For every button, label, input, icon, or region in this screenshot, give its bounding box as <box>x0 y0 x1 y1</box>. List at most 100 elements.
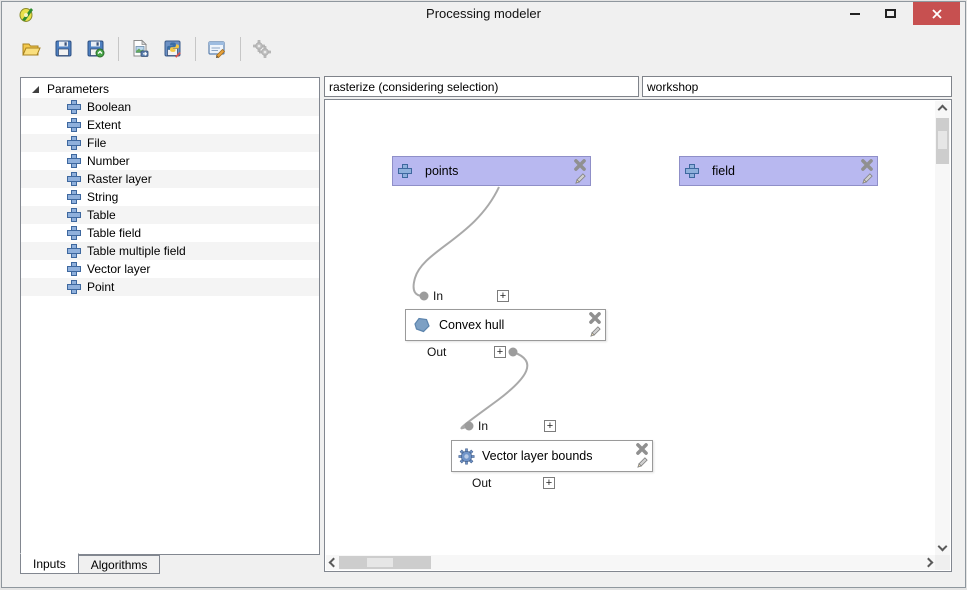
scroll-up-icon[interactable] <box>938 105 948 115</box>
edit-node-icon[interactable] <box>573 172 587 186</box>
inputs-panel: Parameters Boolean Extent File Number Ra… <box>20 77 320 555</box>
tree-item-table-multiple-field[interactable]: Table multiple field <box>21 242 319 260</box>
export-as-python-button[interactable] <box>157 34 187 64</box>
add-parameter-icon <box>68 209 80 221</box>
sidebar-tab-bar: Inputs Algorithms <box>20 554 160 574</box>
bounds-in-expander[interactable]: + <box>544 420 556 432</box>
node-label: Convex hull <box>439 318 504 332</box>
tree-root-parameters[interactable]: Parameters <box>21 80 319 98</box>
tree-item-label: String <box>87 190 118 204</box>
maximize-icon <box>885 9 896 18</box>
node-points[interactable]: points <box>392 156 591 186</box>
save-model-as-icon <box>86 39 105 58</box>
convex-hull-icon <box>412 315 432 335</box>
add-parameter-icon <box>68 137 80 149</box>
tree-item-vector-layer[interactable]: Vector layer <box>21 260 319 278</box>
convexhull-out-expander[interactable]: + <box>494 346 506 358</box>
add-parameter-icon <box>68 263 80 275</box>
model-canvas[interactable]: points field In + Convex hull <box>324 99 952 572</box>
model-name-input[interactable] <box>324 76 639 97</box>
delete-node-icon[interactable] <box>635 442 649 456</box>
edit-node-icon[interactable] <box>860 172 874 186</box>
tree-item-label: Vector layer <box>87 262 150 276</box>
add-parameter-icon <box>68 173 80 185</box>
open-model-icon <box>21 39 41 59</box>
scroll-right-icon[interactable] <box>924 558 934 568</box>
tree-item-point[interactable]: Point <box>21 278 319 296</box>
toolbar-separator <box>240 37 241 61</box>
expander-plus: + <box>500 290 506 302</box>
tab-label: Algorithms <box>91 558 148 572</box>
export-as-image-icon <box>131 39 150 58</box>
edit-model-help-button[interactable] <box>202 34 232 64</box>
delete-node-icon[interactable] <box>860 158 874 172</box>
save-model-icon <box>54 39 73 58</box>
maximize-button[interactable] <box>875 2 905 25</box>
out-label: Out <box>427 345 446 359</box>
vertical-scroll-thumb[interactable] <box>936 118 949 164</box>
toolbar-separator <box>195 37 196 61</box>
tree-item-string[interactable]: String <box>21 188 319 206</box>
node-convex-hull[interactable]: Convex hull <box>405 309 606 341</box>
tree-root-label: Parameters <box>47 82 109 96</box>
tree-item-label: Table multiple field <box>87 244 186 258</box>
canvas-vertical-scrollbar[interactable] <box>935 101 950 555</box>
wire-points-to-convexhull <box>414 187 499 296</box>
open-model-button[interactable] <box>16 34 46 64</box>
tree-item-label: Boolean <box>87 100 131 114</box>
toolbar <box>2 25 965 72</box>
expander-plus: + <box>547 420 553 432</box>
scroll-down-icon[interactable] <box>938 542 948 552</box>
node-field[interactable]: field <box>679 156 878 186</box>
tree-expanded-caret-icon <box>32 86 39 93</box>
tree-item-label: Number <box>87 154 130 168</box>
add-parameter-icon <box>68 227 80 239</box>
algorithm-gear-icon <box>458 448 475 465</box>
window-title: Processing modeler <box>2 6 965 21</box>
expander-plus: + <box>546 477 552 489</box>
save-model-button[interactable] <box>48 34 78 64</box>
horizontal-scroll-thumb[interactable] <box>339 556 431 569</box>
tree-item-number[interactable]: Number <box>21 152 319 170</box>
delete-node-icon[interactable] <box>573 158 587 172</box>
scrollbar-corner <box>935 555 950 570</box>
edit-node-icon[interactable] <box>588 325 602 339</box>
add-parameter-icon <box>68 101 80 113</box>
bounds-out-row: Out <box>472 476 491 490</box>
tree-item-label: Raster layer <box>87 172 152 186</box>
node-vector-layer-bounds[interactable]: Vector layer bounds <box>451 440 653 472</box>
delete-node-icon[interactable] <box>588 311 602 325</box>
tree-item-file[interactable]: File <box>21 134 319 152</box>
node-label: field <box>712 164 735 178</box>
tab-algorithms[interactable]: Algorithms <box>79 555 161 574</box>
scroll-left-icon[interactable] <box>329 558 339 568</box>
tree-item-table[interactable]: Table <box>21 206 319 224</box>
save-model-as-button[interactable] <box>80 34 110 64</box>
tree-item-label: Table <box>87 208 116 222</box>
close-icon <box>931 8 943 20</box>
export-as-image-button[interactable] <box>125 34 155 64</box>
minimize-button[interactable] <box>840 2 870 25</box>
canvas-horizontal-scrollbar[interactable] <box>326 555 936 570</box>
run-model-button[interactable] <box>247 34 277 64</box>
edit-node-icon[interactable] <box>635 456 649 470</box>
convexhull-in-expander[interactable]: + <box>497 290 509 302</box>
toolbar-separator <box>118 37 119 61</box>
tree-item-extent[interactable]: Extent <box>21 116 319 134</box>
tree-item-raster-layer[interactable]: Raster layer <box>21 170 319 188</box>
tree-item-label: Extent <box>87 118 121 132</box>
bounds-out-expander[interactable]: + <box>543 477 555 489</box>
processing-modeler-window: Processing modeler <box>1 1 966 588</box>
in-label: In <box>478 419 488 433</box>
tree-item-table-field[interactable]: Table field <box>21 224 319 242</box>
close-button[interactable] <box>913 2 960 25</box>
tab-inputs[interactable]: Inputs <box>20 553 79 574</box>
tree-item-boolean[interactable]: Boolean <box>21 98 319 116</box>
in-label: In <box>433 289 443 303</box>
port-dot <box>420 292 429 301</box>
export-as-python-icon <box>163 39 182 58</box>
run-model-icon <box>252 39 272 59</box>
tree-item-label: Table field <box>87 226 141 240</box>
add-parameter-icon <box>68 281 80 293</box>
model-group-input[interactable] <box>642 76 952 97</box>
